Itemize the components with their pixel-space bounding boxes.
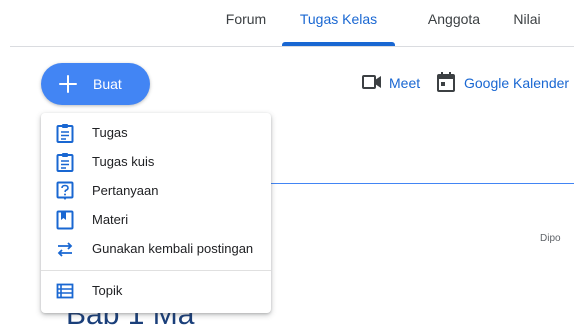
menu-item-label: Materi <box>92 212 129 227</box>
tab-forum[interactable]: Forum <box>216 0 276 46</box>
tabs-divider <box>10 46 574 47</box>
topic-icon <box>56 283 74 299</box>
plus-icon <box>59 75 77 93</box>
menu-item-label: Tugas <box>92 125 128 140</box>
create-menu: Tugas Tugas kuis Pertanyaan Materi Gunak… <box>41 113 271 313</box>
menu-item-assignment[interactable]: Tugas <box>41 118 271 147</box>
menu-item-material[interactable]: Materi <box>41 205 271 234</box>
quiz-assignment-icon <box>56 153 74 172</box>
topic-divider-line <box>270 183 574 184</box>
menu-item-question[interactable]: Pertanyaan <box>41 176 271 205</box>
tab-grades[interactable]: Nilai <box>502 0 552 46</box>
menu-item-topic[interactable]: Topik <box>41 276 271 305</box>
menu-item-label: Tugas kuis <box>92 154 155 169</box>
class-tabs: Forum Tugas Kelas Anggota Nilai <box>0 0 574 46</box>
menu-item-label: Gunakan kembali postingan <box>92 241 254 256</box>
tab-classwork[interactable]: Tugas Kelas <box>282 0 395 46</box>
video-camera-icon <box>362 75 381 89</box>
meet-link[interactable]: Meet <box>362 70 424 96</box>
google-calendar-link[interactable]: Google Kalender <box>437 70 569 96</box>
menu-divider <box>41 270 271 271</box>
assignment-icon <box>56 124 74 143</box>
menu-item-label: Topik <box>92 283 123 298</box>
reuse-post-icon <box>57 242 73 257</box>
menu-item-reuse-post[interactable]: Gunakan kembali postingan <box>41 234 271 263</box>
posted-date-text: Dipo <box>540 233 561 244</box>
meet-label: Meet <box>389 75 421 91</box>
google-calendar-label: Google Kalender <box>464 75 570 91</box>
material-icon <box>56 210 74 230</box>
create-button-label: Buat <box>93 76 122 92</box>
create-button[interactable]: Buat <box>41 63 150 105</box>
question-icon <box>56 181 74 200</box>
calendar-icon <box>437 72 455 92</box>
tab-people[interactable]: Anggota <box>414 0 494 46</box>
menu-item-quiz-assignment[interactable]: Tugas kuis <box>41 147 271 176</box>
menu-item-label: Pertanyaan <box>92 183 159 198</box>
